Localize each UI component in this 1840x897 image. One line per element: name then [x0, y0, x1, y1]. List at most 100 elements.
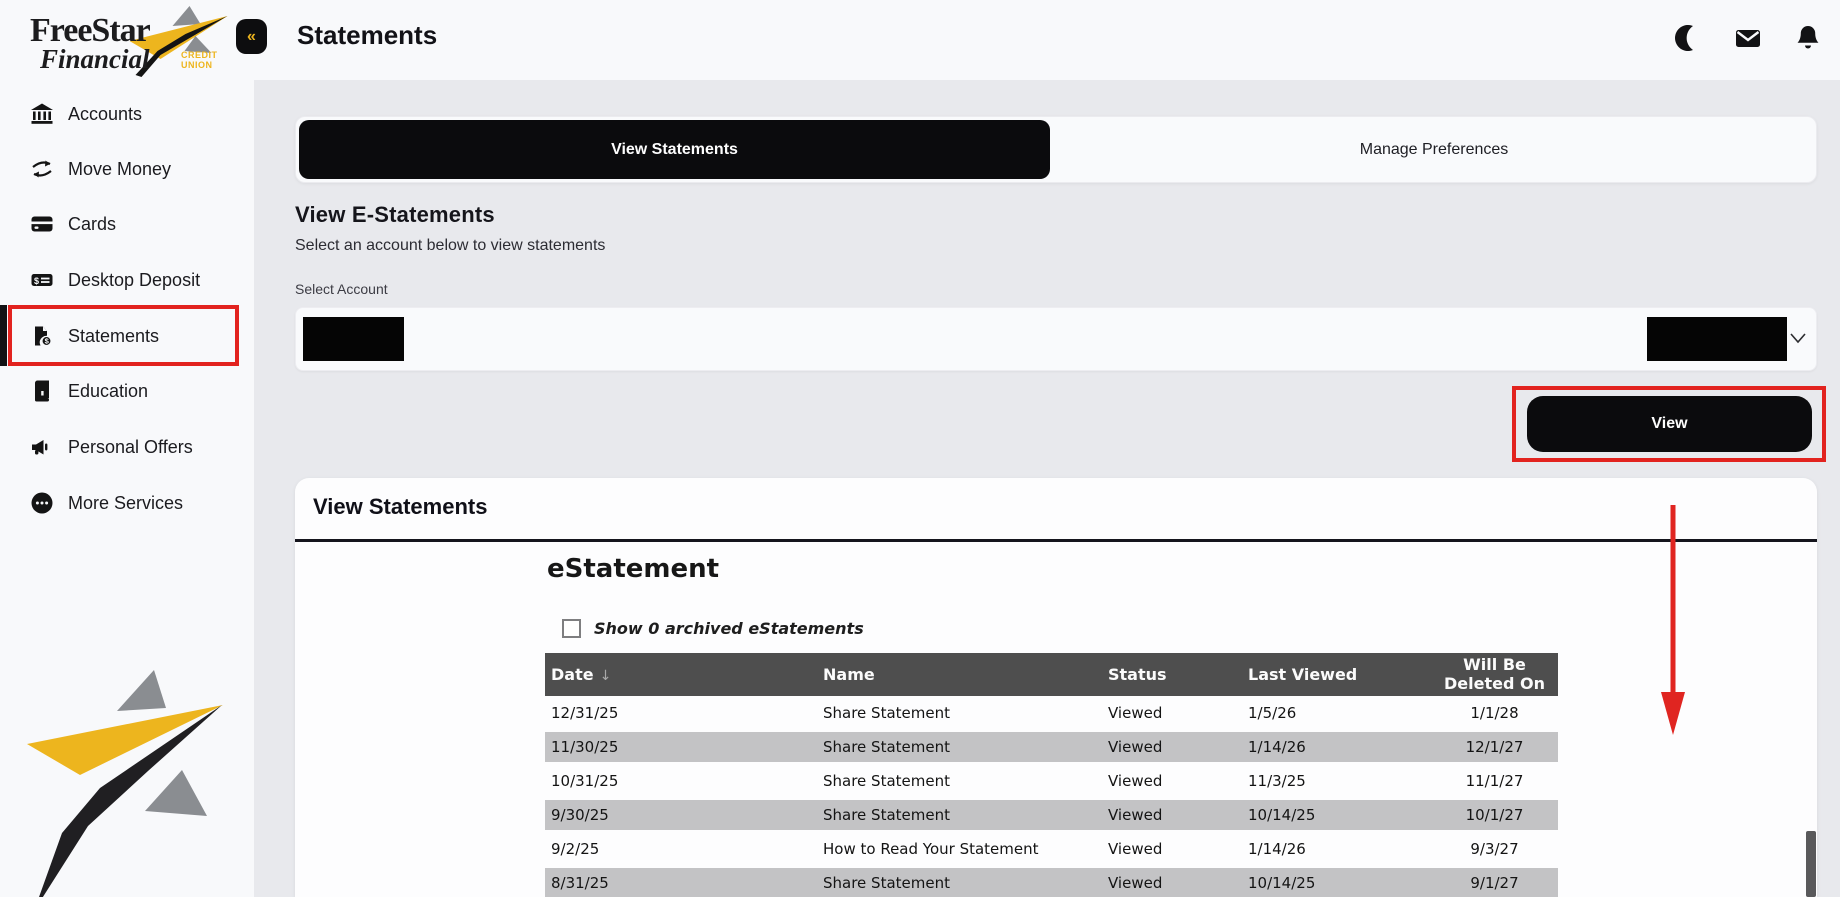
- annotation-box-statements-nav: [8, 305, 239, 366]
- cell-date: 8/31/25: [545, 874, 823, 892]
- annotation-down-arrow: [1659, 503, 1687, 746]
- sidebar-item-move-money[interactable]: Move Money: [0, 151, 254, 187]
- chevron-down-icon: [1789, 331, 1807, 350]
- chat-dots-icon: [30, 491, 54, 515]
- cell-date: 9/2/25: [545, 840, 823, 858]
- column-header-label: Status: [1108, 665, 1167, 684]
- cell-name: Share Statement: [823, 772, 1108, 790]
- megaphone-icon: [30, 435, 54, 459]
- cell-name: Share Statement: [823, 738, 1108, 756]
- column-header-label: Last Viewed: [1248, 665, 1357, 684]
- cell-date: 10/31/25: [545, 772, 823, 790]
- table-row[interactable]: 9/2/25 How to Read Your Statement Viewed…: [545, 832, 1558, 866]
- cell-date: 9/30/25: [545, 806, 823, 824]
- column-header-date[interactable]: Date ↓: [545, 665, 823, 684]
- cell-deleted-on: 9/3/27: [1431, 840, 1558, 858]
- brand-tagline-credit: CREDIT: [181, 50, 218, 60]
- sidebar-item-label: Personal Offers: [68, 437, 193, 458]
- transfer-arrows-icon: [30, 157, 54, 181]
- cell-deleted-on: 9/1/27: [1431, 874, 1558, 892]
- tab-label: Manage Preferences: [1360, 141, 1509, 159]
- cell-last-viewed: 10/14/25: [1248, 806, 1431, 824]
- cell-last-viewed: 1/14/26: [1248, 840, 1431, 858]
- cell-last-viewed: 11/3/25: [1248, 772, 1431, 790]
- column-header-label: Name: [823, 665, 875, 684]
- cell-deleted-on: 11/1/27: [1431, 772, 1558, 790]
- brand-tagline-union: UNION: [181, 60, 213, 70]
- view-statements-heading: View Statements: [313, 494, 487, 520]
- cell-status: Viewed: [1108, 704, 1248, 722]
- table-row[interactable]: 11/30/25 Share Statement Viewed 1/14/26 …: [545, 730, 1558, 764]
- section-divider: [295, 539, 1817, 542]
- column-header-will-be-deleted-on[interactable]: Will Be Deleted On: [1431, 656, 1558, 693]
- view-estatements-subheading: Select an account below to view statemen…: [295, 237, 605, 255]
- statements-tab-bar: View Statements Manage Preferences: [295, 116, 1817, 183]
- sidebar-item-personal-offers[interactable]: Personal Offers: [0, 429, 254, 465]
- credit-card-icon: [30, 212, 54, 236]
- cell-date: 12/31/25: [545, 704, 823, 722]
- sidebar-item-label: Education: [68, 381, 148, 402]
- redacted-account-balance: [1647, 317, 1787, 361]
- sidebar-item-label: Desktop Deposit: [68, 270, 200, 291]
- account-select-dropdown[interactable]: [295, 307, 1817, 371]
- cell-status: Viewed: [1108, 806, 1248, 824]
- table-row[interactable]: 9/30/25 Share Statement Viewed 10/14/25 …: [545, 798, 1558, 832]
- cell-name: Share Statement: [823, 874, 1108, 892]
- annotation-box-view-button: [1512, 386, 1826, 462]
- column-header-label: Date: [551, 665, 594, 684]
- dark-mode-moon-icon[interactable]: [1672, 22, 1704, 54]
- column-header-label: Will Be Deleted On: [1444, 655, 1545, 692]
- table-header-row: Date ↓ Name Status Last Viewed Will Be De…: [545, 653, 1558, 696]
- cell-last-viewed: 1/5/26: [1248, 704, 1431, 722]
- view-estatements-heading: View E-Statements: [295, 202, 495, 228]
- sidebar-collapse-button[interactable]: «: [236, 19, 267, 54]
- sidebar-item-label: Cards: [68, 214, 116, 235]
- column-header-status[interactable]: Status: [1108, 665, 1248, 684]
- cell-deleted-on: 1/1/28: [1431, 704, 1558, 722]
- app-window: FreeStar Financial CREDIT UNION « Statem…: [0, 0, 1840, 897]
- sidebar-item-label: Move Money: [68, 159, 171, 180]
- brand-name-line2: Financial: [40, 44, 150, 75]
- tab-label: View Statements: [611, 141, 738, 159]
- cell-deleted-on: 12/1/27: [1431, 738, 1558, 756]
- sidebar-item-education[interactable]: Education: [0, 373, 254, 409]
- scrollbar-thumb[interactable]: [1806, 831, 1816, 897]
- chevrons-left-icon: «: [247, 28, 256, 46]
- notifications-bell-icon[interactable]: [1792, 22, 1824, 54]
- tab-view-statements[interactable]: View Statements: [299, 120, 1050, 179]
- sidebar-item-accounts[interactable]: Accounts: [0, 96, 254, 132]
- estatement-heading: eStatement: [547, 554, 719, 584]
- freestar-watermark-logo: [18, 653, 233, 897]
- cell-name: How to Read Your Statement: [823, 840, 1108, 858]
- sidebar: Accounts Move Money Cards: [0, 80, 254, 897]
- cell-name: Share Statement: [823, 704, 1108, 722]
- page-title: Statements: [297, 20, 437, 51]
- tab-manage-preferences[interactable]: Manage Preferences: [1054, 117, 1814, 182]
- sidebar-item-label: Accounts: [68, 104, 142, 125]
- table-row[interactable]: 8/31/25 Share Statement Viewed 10/14/25 …: [545, 866, 1558, 897]
- cell-status: Viewed: [1108, 772, 1248, 790]
- sidebar-item-desktop-deposit[interactable]: $ Desktop Deposit: [0, 262, 254, 298]
- freestar-logo: FreeStar Financial CREDIT UNION: [28, 4, 233, 74]
- cell-status: Viewed: [1108, 738, 1248, 756]
- cell-status: Viewed: [1108, 874, 1248, 892]
- sidebar-item-more-services[interactable]: More Services: [0, 485, 254, 521]
- redacted-account-name: [303, 317, 404, 361]
- cell-status: Viewed: [1108, 840, 1248, 858]
- sidebar-item-cards[interactable]: Cards: [0, 206, 254, 242]
- brand-tagline: CREDIT UNION: [181, 50, 218, 70]
- mail-icon[interactable]: [1732, 22, 1764, 54]
- column-header-last-viewed[interactable]: Last Viewed: [1248, 665, 1431, 684]
- svg-text:$: $: [34, 276, 39, 286]
- active-nav-indicator: [0, 305, 7, 366]
- table-row[interactable]: 12/31/25 Share Statement Viewed 1/5/26 1…: [545, 696, 1558, 730]
- column-header-name[interactable]: Name: [823, 665, 1108, 684]
- cell-last-viewed: 1/14/26: [1248, 738, 1431, 756]
- cell-name: Share Statement: [823, 806, 1108, 824]
- sort-desc-icon: ↓: [600, 668, 612, 684]
- archived-estatements-checkbox[interactable]: [562, 619, 581, 638]
- table-row[interactable]: 10/31/25 Share Statement Viewed 11/3/25 …: [545, 764, 1558, 798]
- check-deposit-icon: $: [30, 268, 54, 292]
- sidebar-item-label: More Services: [68, 493, 183, 514]
- bank-icon: [30, 102, 54, 126]
